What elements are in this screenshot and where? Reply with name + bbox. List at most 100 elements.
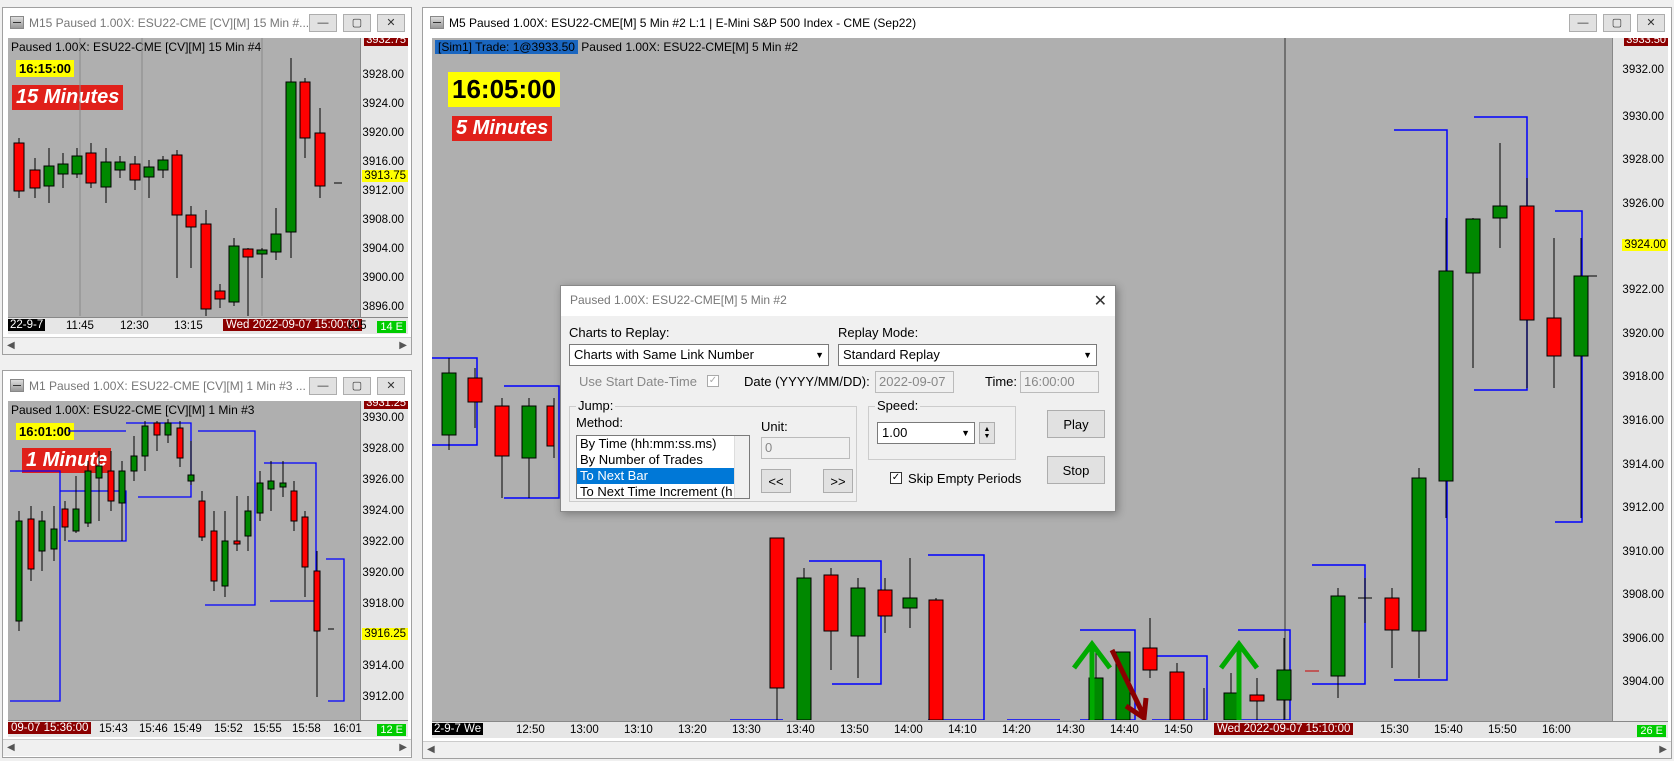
unit-field[interactable]: 0	[761, 437, 850, 459]
maximize-button[interactable]: ▢	[343, 14, 371, 32]
method-label: Method:	[576, 415, 623, 430]
replay-mode-label: Replay Mode:	[838, 325, 919, 340]
method-option-selected[interactable]: To Next Bar	[577, 468, 749, 484]
method-listbox[interactable]: By Time (hh:mm:ss.ms) By Number of Trade…	[576, 435, 750, 499]
time-label: 15:50	[1488, 724, 1517, 736]
time-field[interactable]: 16:00:00	[1020, 371, 1099, 393]
chart-window-icon	[10, 16, 24, 29]
m1-chart-window[interactable]: M1 Paused 1.00X: ESU22-CME [CV][M] 1 Min…	[2, 370, 412, 758]
scroll-right-icon[interactable]: ▶	[399, 742, 407, 753]
scroll-right-icon[interactable]: ▶	[1659, 744, 1667, 755]
m1-current-price: 3916.25	[362, 628, 408, 640]
jump-label: Jump:	[576, 398, 616, 413]
m15-time-axis: 22-9-7 11:45 12:30 13:15 Wed 2022-09-07 …	[8, 317, 408, 334]
price-label: 3920.00	[1622, 328, 1664, 340]
scroll-left-icon[interactable]: ◀	[7, 742, 15, 753]
time-label: 13:10	[624, 724, 653, 736]
maximize-button[interactable]: ▢	[1603, 14, 1631, 32]
m15-date-left: 22-9-7	[8, 319, 46, 331]
chevron-down-icon[interactable]: ▼	[984, 433, 991, 440]
price-label: 3928.00	[362, 69, 404, 81]
jump-forward-button[interactable]: >>	[823, 469, 853, 493]
time-label: 14:00	[894, 724, 923, 736]
charts-to-replay-value: Charts with Same Link Number	[574, 347, 754, 362]
price-label: 3908.00	[362, 214, 404, 226]
close-button[interactable]: ✕	[1637, 14, 1665, 32]
m15-chart-area[interactable]: Paused 1.00X: ESU22-CME [CV][M] 15 Min #…	[8, 38, 408, 334]
replay-mode-value: Standard Replay	[843, 347, 940, 362]
skip-empty-periods-checkbox[interactable]: ✓	[890, 472, 902, 484]
time-label: 12:30	[120, 320, 149, 332]
m1-horizontal-scrollbar[interactable]: ◀ ▶	[3, 739, 411, 756]
unit-label: Unit:	[761, 419, 788, 434]
m5-title: M5 Paused 1.00X: ESU22-CME[M] 5 Min #2 L…	[449, 16, 917, 30]
m15-chart-window[interactable]: M15 Paused 1.00X: ESU22-CME [CV][M] 15 M…	[2, 7, 412, 355]
speed-value: 1.00	[882, 425, 908, 440]
time-label: 15:49	[173, 723, 202, 735]
use-start-datetime-checkbox[interactable]: ✓	[707, 375, 719, 387]
time-value: 16:00:00	[1024, 374, 1075, 389]
scroll-left-icon[interactable]: ◀	[427, 744, 435, 755]
m1-chart-area[interactable]: Paused 1.00X: ESU22-CME [CV][M] 1 Min #3…	[8, 401, 408, 737]
price-label: 3922.00	[362, 536, 404, 548]
m1-titlebar[interactable]: M1 Paused 1.00X: ESU22-CME [CV][M] 1 Min…	[3, 371, 411, 401]
stop-button[interactable]: Stop	[1047, 456, 1105, 484]
scroll-left-icon[interactable]: ◀	[7, 340, 15, 351]
time-label: Time:	[985, 374, 1018, 389]
price-label: 3920.00	[362, 127, 404, 139]
chevron-up-icon[interactable]: ▲	[984, 426, 991, 433]
close-icon[interactable]: ✕	[1094, 291, 1107, 311]
m5-horizontal-scrollbar[interactable]: ◀ ▶	[423, 741, 1671, 758]
method-option[interactable]: To Next Time Increment (h	[577, 484, 749, 498]
price-label: 3912.00	[362, 185, 404, 197]
unit-value: 0	[765, 440, 773, 455]
close-button[interactable]: ✕	[377, 377, 405, 395]
replay-dialog[interactable]: Paused 1.00X: ESU22-CME[M] 5 Min #2 ✕ Ch…	[560, 285, 1116, 512]
time-label: 13:40	[786, 724, 815, 736]
time-label: 15:43	[99, 723, 128, 735]
use-start-datetime-label: Use Start Date-Time	[579, 374, 697, 389]
price-label: 3928.00	[1622, 154, 1664, 166]
m5-titlebar[interactable]: M5 Paused 1.00X: ESU22-CME[M] 5 Min #2 L…	[423, 8, 1671, 38]
date-field[interactable]: 2022-09-07	[875, 371, 954, 393]
minimize-button[interactable]: —	[309, 377, 337, 395]
charts-to-replay-select[interactable]: Charts with Same Link Number ▼	[569, 344, 829, 366]
method-option[interactable]: By Time (hh:mm:ss.ms)	[577, 436, 749, 452]
chart-window-icon	[430, 16, 444, 29]
dialog-titlebar[interactable]: Paused 1.00X: ESU22-CME[M] 5 Min #2 ✕	[561, 286, 1115, 316]
minimize-button[interactable]: —	[309, 14, 337, 32]
replay-mode-select[interactable]: Standard Replay ▼	[838, 344, 1097, 366]
time-label: k15	[348, 320, 367, 332]
green-up-arrow	[1072, 639, 1112, 720]
speed-stepper[interactable]: ▲ ▼	[979, 422, 995, 444]
time-label: 14:10	[948, 724, 977, 736]
maximize-button[interactable]: ▢	[343, 377, 371, 395]
m1-date-marker: 09-07 15:36:00	[8, 722, 92, 734]
time-label: 15:46	[139, 723, 168, 735]
price-label: 3926.00	[1622, 198, 1664, 210]
close-button[interactable]: ✕	[377, 14, 405, 32]
price-label: 3918.00	[1622, 371, 1664, 383]
time-label: 16:00	[1542, 724, 1571, 736]
time-label: 12:50	[516, 724, 545, 736]
time-label: 15:40	[1434, 724, 1463, 736]
scroll-right-icon[interactable]: ▶	[399, 340, 407, 351]
price-label: 3932.00	[1622, 64, 1664, 76]
chevron-down-icon: ▼	[961, 428, 970, 438]
m15-titlebar[interactable]: M15 Paused 1.00X: ESU22-CME [CV][M] 15 M…	[3, 8, 411, 38]
time-label: 13:20	[678, 724, 707, 736]
play-button[interactable]: Play	[1047, 410, 1105, 438]
price-label: 3930.00	[1622, 111, 1664, 123]
date-label: Date (YYYY/MM/DD):	[744, 374, 870, 389]
jump-back-button[interactable]: <<	[761, 469, 791, 493]
m15-horizontal-scrollbar[interactable]: ◀ ▶	[3, 337, 411, 354]
m5-corner-badge: 26 E	[1637, 725, 1666, 737]
m1-price-axis: 3931.25 3930.00 3928.00 3926.00 3924.00 …	[360, 401, 408, 720]
method-option[interactable]: By Number of Trades	[577, 452, 749, 468]
minimize-button[interactable]: —	[1569, 14, 1597, 32]
price-label: 3914.00	[362, 660, 404, 672]
m5-date-left: 2-9-7 We	[432, 723, 484, 735]
time-label: 14:50	[1164, 724, 1193, 736]
speed-field[interactable]: 1.00 ▼	[877, 422, 975, 444]
listbox-scrollbar[interactable]	[734, 436, 749, 498]
